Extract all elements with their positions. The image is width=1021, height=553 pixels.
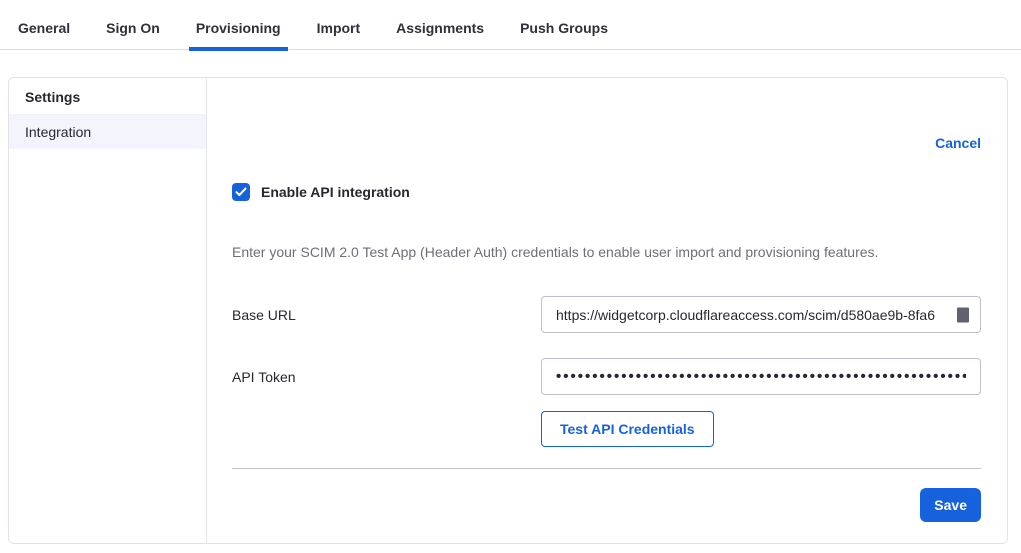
- api-token-row: API Token ••••••••••••••••••••••••••••••…: [232, 358, 981, 395]
- tab-push-groups[interactable]: Push Groups: [520, 20, 608, 49]
- base-url-row: Base URL https://widgetcorp.cloudflareac…: [232, 296, 981, 333]
- cancel-link[interactable]: Cancel: [935, 135, 981, 151]
- form-divider: [232, 468, 981, 469]
- tab-assignments[interactable]: Assignments: [396, 20, 484, 49]
- tab-provisioning[interactable]: Provisioning: [196, 20, 281, 49]
- text-selection-cursor: [957, 307, 969, 322]
- tab-label: Push Groups: [520, 20, 608, 36]
- tab-label: Sign On: [106, 20, 160, 36]
- tab-general[interactable]: General: [18, 20, 70, 49]
- sidebar-header-settings: Settings: [9, 78, 206, 115]
- provisioning-panel: Settings Integration Cancel Enable API i…: [8, 77, 1008, 544]
- tab-label: Assignments: [396, 20, 484, 36]
- active-tab-indicator: [189, 47, 288, 51]
- enable-api-integration-row: Enable API integration: [232, 183, 981, 201]
- api-token-masked-value: ••••••••••••••••••••••••••••••••••••••••…: [556, 368, 966, 385]
- sidebar-item-integration[interactable]: Integration: [9, 115, 206, 149]
- api-token-input[interactable]: ••••••••••••••••••••••••••••••••••••••••…: [541, 358, 981, 395]
- test-api-credentials-button[interactable]: Test API Credentials: [541, 411, 714, 447]
- integration-settings-form: Cancel Enable API integration Enter your…: [207, 78, 1007, 543]
- tab-import[interactable]: Import: [317, 20, 361, 49]
- form-actions-top: Cancel: [232, 136, 981, 151]
- enable-api-integration-label: Enable API integration: [261, 184, 410, 200]
- test-credentials-row: Test API Credentials: [232, 411, 981, 447]
- tab-label: General: [18, 20, 70, 36]
- app-tab-bar: General Sign On Provisioning Import Assi…: [0, 0, 1021, 50]
- tab-label: Provisioning: [196, 20, 281, 36]
- base-url-label: Base URL: [232, 307, 541, 323]
- tab-sign-on[interactable]: Sign On: [106, 20, 160, 49]
- checkmark-icon: [235, 187, 247, 197]
- tab-label: Import: [317, 20, 361, 36]
- api-token-label: API Token: [232, 369, 541, 385]
- form-actions-bottom: Save: [232, 488, 981, 522]
- base-url-input[interactable]: https://widgetcorp.cloudflareaccess.com/…: [541, 296, 981, 333]
- save-button[interactable]: Save: [920, 488, 981, 522]
- settings-sidebar: Settings Integration: [9, 78, 207, 543]
- base-url-value: https://widgetcorp.cloudflareaccess.com/…: [556, 307, 955, 323]
- credentials-description: Enter your SCIM 2.0 Test App (Header Aut…: [232, 245, 981, 259]
- enable-api-integration-checkbox[interactable]: [232, 183, 250, 201]
- sidebar-item-label: Integration: [25, 124, 91, 140]
